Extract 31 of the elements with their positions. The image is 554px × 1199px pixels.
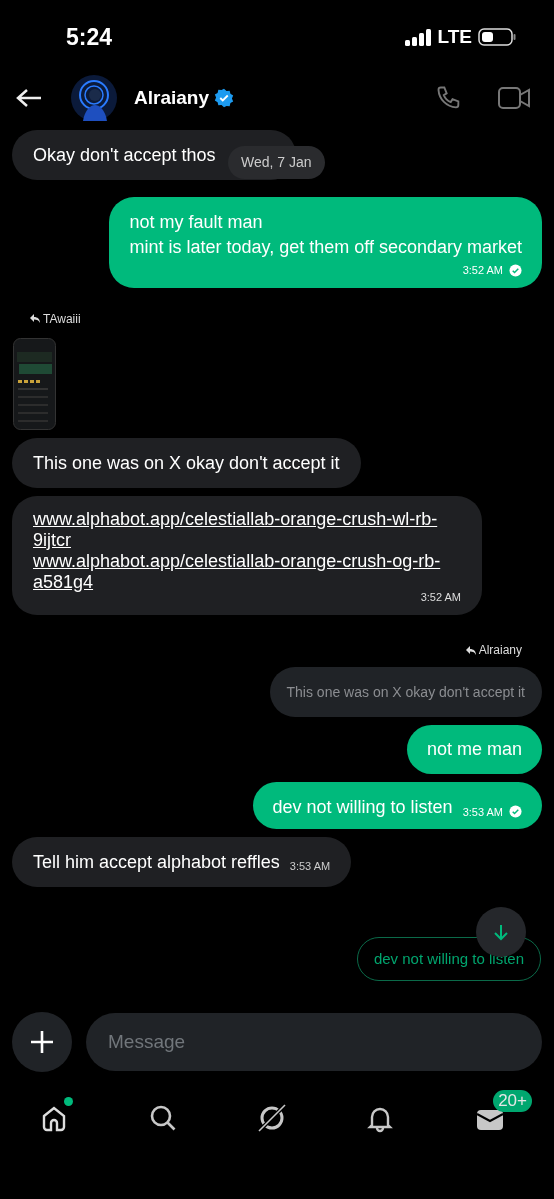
message-text: Okay don't accept thos bbox=[33, 144, 216, 167]
battery-icon bbox=[478, 28, 516, 46]
message-text: Tell him accept alphabot reffles bbox=[33, 851, 280, 874]
back-arrow-icon bbox=[16, 88, 42, 108]
status-time: 5:24 bbox=[66, 22, 113, 52]
slashed-circle-icon bbox=[257, 1104, 288, 1134]
arrow-down-icon bbox=[492, 923, 510, 941]
signal-icon bbox=[404, 28, 432, 46]
count-badge: 20+ bbox=[493, 1090, 532, 1112]
message-text: This one was on X okay don't accept it bbox=[33, 451, 340, 475]
network-label: LTE bbox=[437, 24, 472, 49]
message-input[interactable]: Message bbox=[86, 1013, 542, 1071]
reply-sender: TAwaiii bbox=[43, 310, 81, 328]
message-time: 3:53 AM bbox=[289, 858, 331, 874]
add-button[interactable] bbox=[12, 1012, 72, 1072]
video-camera-icon bbox=[498, 86, 530, 110]
message-text: not me man bbox=[426, 738, 522, 761]
message-text: dev not willing to listen bbox=[272, 796, 453, 819]
reply-sender: Alraiany bbox=[478, 642, 522, 659]
quoted-text: This one was on X okay don't accept it bbox=[286, 684, 525, 700]
avatar bbox=[71, 75, 117, 121]
message-text: not my fault man bbox=[129, 211, 264, 234]
plus-icon bbox=[30, 1030, 54, 1054]
message-text: dev not willing to listen bbox=[373, 950, 524, 967]
message-time: 3:53 AM bbox=[462, 804, 503, 820]
contact-name: Alraiany bbox=[134, 85, 209, 110]
reply-icon bbox=[30, 314, 40, 323]
message-time: 3:52 AM bbox=[462, 263, 503, 278]
message-text: mint is later today, get them off secondary market bbox=[129, 236, 522, 259]
reply-icon bbox=[465, 645, 476, 655]
date-chip: Wed, 7 Jan bbox=[228, 146, 325, 179]
